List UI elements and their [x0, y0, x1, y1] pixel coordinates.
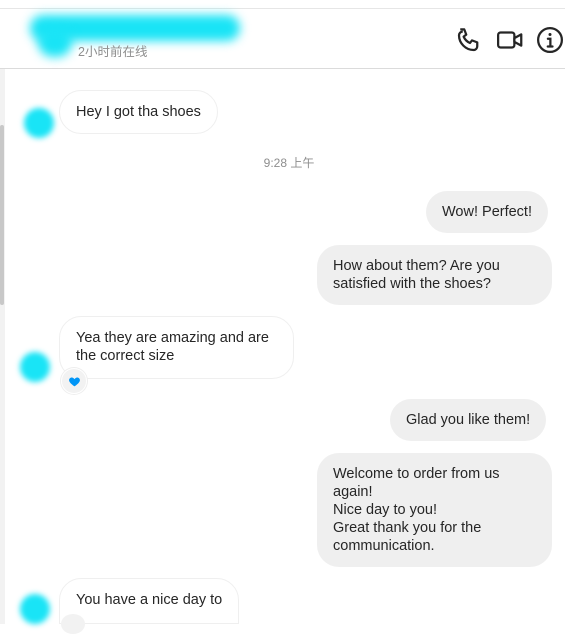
- message-outgoing[interactable]: How about them? Are you satisfied with t…: [317, 245, 552, 305]
- message-incoming[interactable]: You have a nice day to: [59, 578, 240, 624]
- heart-reaction-icon[interactable]: [61, 368, 87, 394]
- left-scrollbar-thumb[interactable]: [0, 125, 4, 305]
- message-outgoing[interactable]: Welcome to order from us again! Nice day…: [317, 453, 552, 567]
- online-status: 2小时前在线: [78, 45, 148, 59]
- message-incoming[interactable]: Yea they are amazing and are the correct…: [59, 316, 294, 379]
- sender-avatar[interactable]: [20, 352, 50, 382]
- sender-avatar[interactable]: [20, 594, 50, 624]
- chat-header: 2小时前在线: [0, 9, 565, 69]
- video-camera-icon[interactable]: [495, 25, 525, 55]
- phone-icon[interactable]: [454, 25, 484, 55]
- info-icon[interactable]: [535, 25, 565, 55]
- message-outgoing[interactable]: Glad you like them!: [390, 399, 547, 441]
- message-timestamp: 9:28 上午: [263, 156, 315, 170]
- message-incoming[interactable]: Hey I got tha shoes: [59, 90, 218, 134]
- contact-avatar-redacted[interactable]: [38, 27, 72, 57]
- message-outgoing[interactable]: Wow! Perfect!: [426, 191, 548, 233]
- window-top-border: [0, 0, 565, 9]
- reaction-badge[interactable]: [61, 614, 85, 634]
- sender-avatar[interactable]: [24, 108, 54, 138]
